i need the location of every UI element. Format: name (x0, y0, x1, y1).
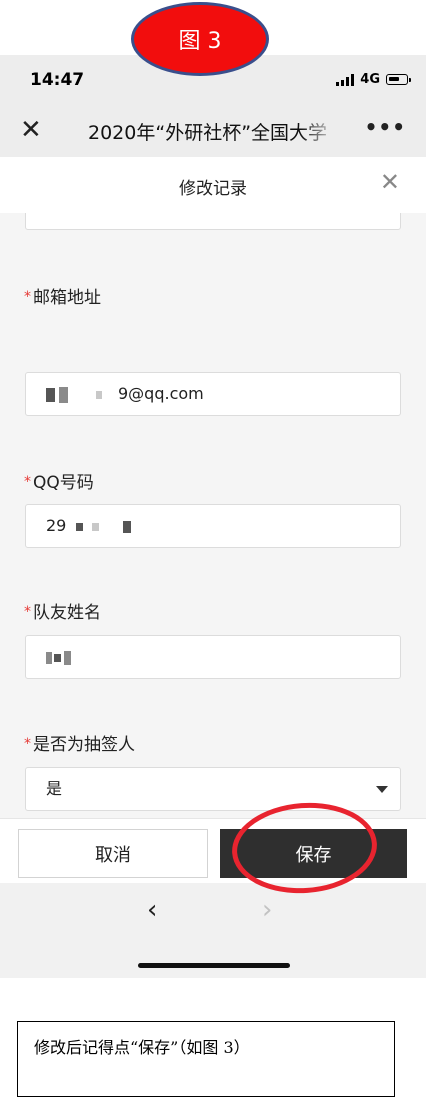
status-time: 14:47 (30, 70, 85, 90)
dropdown-arrow-icon (376, 786, 388, 793)
network-type: 4G (360, 72, 380, 87)
status-icons: 4G (336, 72, 411, 87)
close-icon[interactable]: ✕ (20, 115, 42, 145)
teammate-name-field[interactable] (25, 635, 401, 679)
required-mark: * (24, 604, 31, 620)
modal-header: 修改记录 ✕ (0, 157, 426, 214)
qq-label: * QQ号码 (24, 468, 94, 493)
qq-label-text: QQ号码 (33, 473, 94, 493)
draw-person-select[interactable]: 是 (25, 767, 401, 811)
email-label-text: 邮箱地址 (33, 288, 101, 308)
email-label: * 邮箱地址 (24, 283, 101, 308)
figure-label-text: 图 3 (178, 29, 222, 54)
qq-value: 29 (46, 516, 67, 535)
more-icon[interactable]: ••• (365, 115, 406, 139)
draw-person-label-text: 是否为抽签人 (33, 735, 135, 755)
signal-icon (336, 73, 355, 86)
home-indicator (138, 963, 290, 968)
browser-bottom-nav: ‹ › (0, 883, 426, 978)
email-field[interactable]: 9@qq.com (25, 372, 401, 416)
required-mark: * (24, 289, 31, 305)
navbar: ✕ 2020年“外研社杯”全国大学 ••• (0, 105, 426, 157)
edit-form: ● ● ● ● ● ● ● ● ● *邮箱地址 9@qq.com *QQ号码 2… (0, 213, 426, 818)
redacted-block (123, 520, 132, 533)
figure-caption: 修改后记得点“保存”（如图 3） (17, 1021, 395, 1097)
redacted-block (96, 390, 102, 399)
modal-title: 修改记录 (179, 179, 247, 199)
required-mark: * (24, 474, 31, 490)
phone-screenshot: 14:47 4G ✕ 2020年“外研社杯”全国大学 ••• 修改记录 ✕ ● … (0, 55, 426, 978)
teammate-label-text: 队友姓名 (33, 603, 101, 623)
draw-person-value: 是 (46, 779, 63, 798)
teammate-label: * 队友姓名 (24, 598, 101, 623)
redacted-block (46, 651, 52, 664)
qq-field[interactable]: 29 (25, 504, 401, 548)
redacted-block (46, 387, 55, 402)
modal-close-icon[interactable]: ✕ (380, 168, 400, 196)
draw-person-label: * 是否为抽签人 (24, 730, 135, 755)
redacted-block (64, 650, 71, 665)
page-title: 2020年“外研社杯”全国大学 (88, 122, 328, 144)
chevron-left-icon[interactable]: ‹ (147, 895, 157, 925)
redacted-block (92, 522, 100, 531)
redacted-block (54, 653, 61, 662)
previous-field-input[interactable]: ● ● ● ● ● ● ● ● ● (25, 213, 401, 230)
email-value: 9@qq.com (118, 384, 204, 403)
required-mark: * (24, 736, 31, 752)
chevron-right-icon[interactable]: › (262, 895, 272, 925)
figure-label: 图 3 (131, 2, 269, 76)
redacted-block (59, 386, 68, 403)
battery-icon (386, 74, 411, 85)
redacted-block (76, 522, 84, 531)
cancel-button[interactable]: 取消 (18, 829, 208, 878)
